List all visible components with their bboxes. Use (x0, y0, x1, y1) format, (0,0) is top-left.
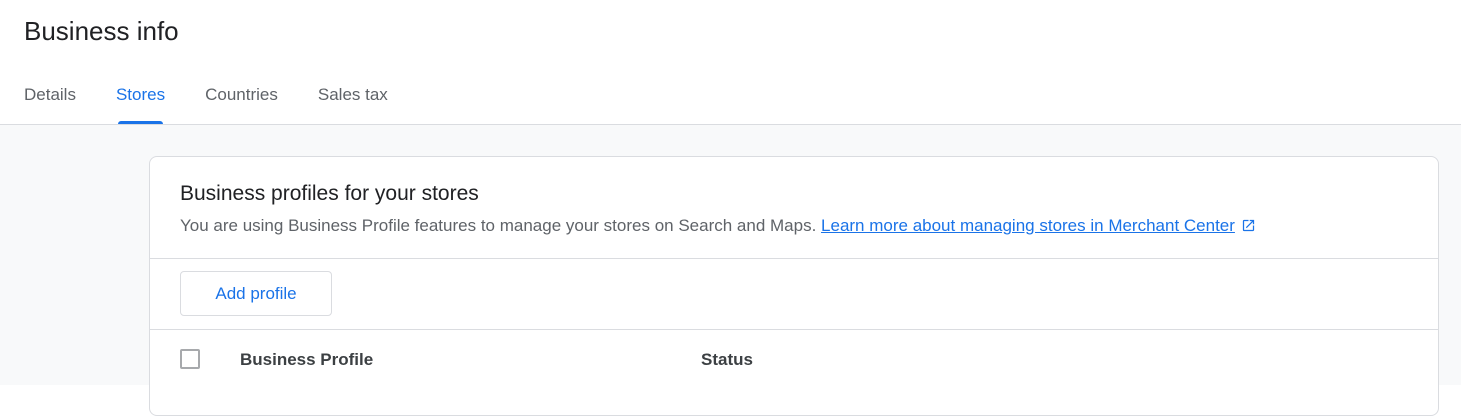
tab-stores[interactable]: Stores (96, 72, 185, 124)
page-title: Business info (24, 16, 179, 46)
card-description: You are using Business Profile features … (180, 214, 1256, 240)
page-header: Business info Details Stores Countries S… (0, 0, 1461, 125)
card-title: Business profiles for your stores (180, 182, 479, 205)
learn-more-link[interactable]: Learn more about managing stores in Merc… (821, 216, 1235, 235)
card-divider (150, 258, 1438, 259)
open-in-new-icon[interactable] (1241, 216, 1256, 240)
learn-more-link-label: Learn more about managing stores in Merc… (821, 216, 1235, 235)
tab-countries[interactable]: Countries (185, 72, 298, 124)
tab-details[interactable]: Details (0, 72, 96, 124)
business-profiles-card: Business profiles for your stores You ar… (149, 156, 1439, 416)
card-description-text: You are using Business Profile features … (180, 216, 817, 235)
column-header-business-profile[interactable]: Business Profile (240, 348, 373, 372)
column-header-status[interactable]: Status (701, 348, 753, 372)
table-divider (150, 329, 1438, 330)
select-all-checkbox[interactable] (180, 349, 200, 369)
add-profile-button[interactable]: Add profile (180, 271, 332, 316)
tab-bar: Details Stores Countries Sales tax (0, 72, 408, 125)
tab-sales-tax[interactable]: Sales tax (298, 72, 408, 124)
